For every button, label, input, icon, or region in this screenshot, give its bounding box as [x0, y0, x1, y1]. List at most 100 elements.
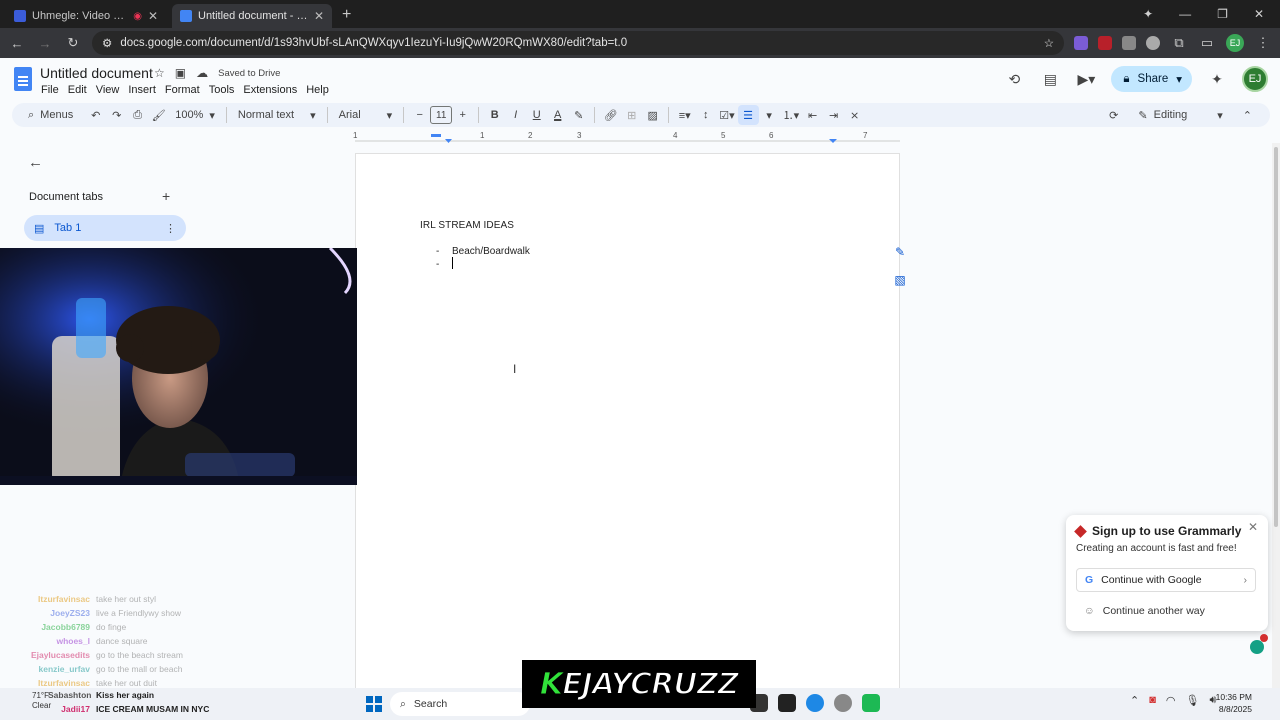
app-icon[interactable]	[778, 694, 796, 712]
grammarly-button-icon[interactable]	[1250, 634, 1268, 654]
chrome-icon[interactable]	[834, 694, 852, 712]
share-button[interactable]: 🔒︎ Share ▾	[1111, 66, 1192, 92]
increase-font-size-icon[interactable]: +	[452, 105, 473, 125]
line-spacing-icon[interactable]: ↕	[695, 105, 716, 125]
bullet-dropdown-icon[interactable]: ▾	[759, 105, 780, 125]
extension-icon[interactable]	[1122, 36, 1136, 50]
version-history-icon[interactable]: ⟲	[1003, 68, 1025, 90]
gemini-icon[interactable]: ✦	[1143, 7, 1153, 21]
ruler[interactable]: 1 1 2 3 4 5 6 7	[353, 131, 900, 143]
decrease-font-size-icon[interactable]: −	[409, 105, 430, 125]
reload-icon[interactable]: ↻	[64, 35, 82, 51]
close-tab-icon[interactable]: ✕	[314, 9, 324, 23]
comments-icon[interactable]: ▤	[1039, 68, 1061, 90]
close-window-icon[interactable]: ✕	[1254, 7, 1264, 21]
sync-icon[interactable]: ⟳	[1109, 109, 1118, 122]
style-select[interactable]: Normal text ▾	[232, 105, 322, 125]
document-page[interactable]: IRL STREAM IDEAS - Beach/Boardwalk -	[355, 153, 900, 720]
share-dropdown-icon[interactable]: ▾	[1176, 72, 1182, 86]
chevron-up-icon[interactable]: ⌃	[1130, 694, 1139, 707]
new-tab-button[interactable]: +	[342, 4, 351, 28]
menu-tools[interactable]: Tools	[209, 82, 242, 98]
increase-indent-icon[interactable]: ⇥	[823, 105, 844, 125]
menu-format[interactable]: Format	[165, 82, 207, 98]
continue-with-google-button[interactable]: G Continue with Google ›	[1076, 568, 1256, 592]
insert-link-icon[interactable]: 🔗︎	[600, 105, 621, 125]
minimize-icon[interactable]: —	[1179, 7, 1191, 21]
browser-tab-uhmegle[interactable]: Uhmegle: Video Chat | Omeg ◉ ✕	[6, 4, 166, 28]
insert-image-icon[interactable]: ▨	[642, 105, 663, 125]
microphone-icon[interactable]: 🎙︎	[1185, 694, 1199, 707]
windows-start-icon[interactable]	[366, 696, 382, 712]
extension-icon[interactable]	[1146, 36, 1160, 50]
account-avatar[interactable]: EJ	[1242, 66, 1268, 92]
scrollbar-thumb[interactable]	[1274, 147, 1278, 527]
redo-icon[interactable]: ↷	[106, 105, 127, 125]
extension-icon[interactable]	[1074, 36, 1088, 50]
continue-another-way-button[interactable]: ☺ Continue another way	[1084, 605, 1205, 617]
close-icon[interactable]: ✕	[1248, 520, 1258, 534]
italic-icon[interactable]: I	[505, 105, 526, 125]
docs-logo-icon[interactable]	[14, 67, 32, 91]
bulleted-list-icon[interactable]: ☰	[737, 105, 759, 125]
forward-icon[interactable]: →	[36, 36, 54, 51]
font-size-input[interactable]: 11	[430, 106, 453, 124]
browser-profile-avatar[interactable]: EJ	[1226, 34, 1244, 52]
back-icon[interactable]: ←	[8, 36, 26, 51]
close-tab-icon[interactable]: ✕	[148, 9, 158, 23]
collapse-toolbar-icon[interactable]: ⌃	[1243, 109, 1252, 122]
browser-tab-google-docs[interactable]: Untitled document - Google Docs ✕	[172, 4, 332, 28]
add-emoji-comment-icon[interactable]: ▧	[890, 270, 910, 290]
gemini-icon[interactable]: ✦	[1206, 68, 1228, 90]
underline-icon[interactable]: U	[526, 105, 547, 125]
ai-edit-icon[interactable]: ✎	[890, 242, 910, 262]
more-options-icon[interactable]: ⋮	[165, 222, 176, 235]
app-tray-icon[interactable]: ◙	[1149, 694, 1156, 707]
menu-help[interactable]: Help	[306, 82, 336, 98]
taskbar-search[interactable]: ⌕ Search	[390, 692, 530, 716]
back-arrow-icon[interactable]: ←	[28, 154, 43, 171]
menu-edit[interactable]: Edit	[68, 82, 94, 98]
menu-view[interactable]: View	[96, 82, 127, 98]
add-tab-icon[interactable]: +	[162, 188, 170, 204]
zoom-select[interactable]: 100% ▾	[169, 105, 221, 125]
side-panel-icon[interactable]: ▭	[1198, 35, 1216, 51]
sidebar-item-tab-1[interactable]: ▤ Tab 1 ⋮	[24, 215, 186, 241]
meet-icon[interactable]: ▶▾	[1075, 68, 1097, 90]
numbered-list-icon[interactable]: ⒈▾	[780, 105, 803, 125]
star-icon[interactable]: ☆	[154, 66, 165, 80]
url-text[interactable]: docs.google.com/document/d/1s93hvUbf-sLA…	[120, 37, 1035, 49]
menus-search[interactable]: ⌕ Menus	[20, 105, 81, 125]
paint-format-icon[interactable]: 🖌︎	[148, 105, 169, 125]
checklist-icon[interactable]: ☑▾	[716, 105, 737, 125]
font-select[interactable]: Arial ▾	[333, 105, 399, 125]
extensions-puzzle-icon[interactable]: ⧉	[1170, 35, 1188, 51]
bold-icon[interactable]: B	[484, 105, 505, 125]
extension-icon[interactable]	[1098, 36, 1112, 50]
move-folder-icon[interactable]: ▣	[175, 66, 186, 80]
wifi-icon[interactable]: ◠	[1166, 694, 1176, 707]
editing-mode-select[interactable]: ⟳ ✎ Editing ▾ ⌃	[1099, 109, 1262, 122]
clear-formatting-icon[interactable]: ⨯	[844, 105, 865, 125]
edge-icon[interactable]	[806, 694, 824, 712]
document-title[interactable]: Untitled document	[40, 65, 153, 81]
decrease-indent-icon[interactable]: ⇤	[802, 105, 823, 125]
menu-insert[interactable]: Insert	[128, 82, 163, 98]
site-info-icon[interactable]: ⚙	[102, 36, 112, 50]
undo-icon[interactable]: ↶	[85, 105, 106, 125]
app-icon[interactable]	[862, 694, 880, 712]
text-color-icon[interactable]: A	[547, 105, 568, 125]
list-item[interactable]: - Beach/Boardwalk	[436, 246, 530, 257]
bookmark-star-icon[interactable]: ☆	[1044, 36, 1054, 50]
menu-extensions[interactable]: Extensions	[243, 82, 304, 98]
align-icon[interactable]: ≡▾	[674, 105, 695, 125]
document-heading[interactable]: IRL STREAM IDEAS	[420, 220, 514, 231]
list-item[interactable]: -	[436, 259, 452, 270]
vertical-scrollbar[interactable]	[1272, 143, 1280, 720]
system-clock[interactable]: 10:36 PM 8/8/2025	[1216, 691, 1252, 715]
browser-menu-icon[interactable]: ⋮	[1254, 35, 1272, 51]
highlight-icon[interactable]: ✎	[568, 105, 589, 125]
omnibox[interactable]: ⚙ docs.google.com/document/d/1s93hvUbf-s…	[92, 31, 1064, 55]
maximize-icon[interactable]: ❐	[1217, 7, 1228, 21]
print-icon[interactable]: ⎙	[127, 105, 148, 125]
